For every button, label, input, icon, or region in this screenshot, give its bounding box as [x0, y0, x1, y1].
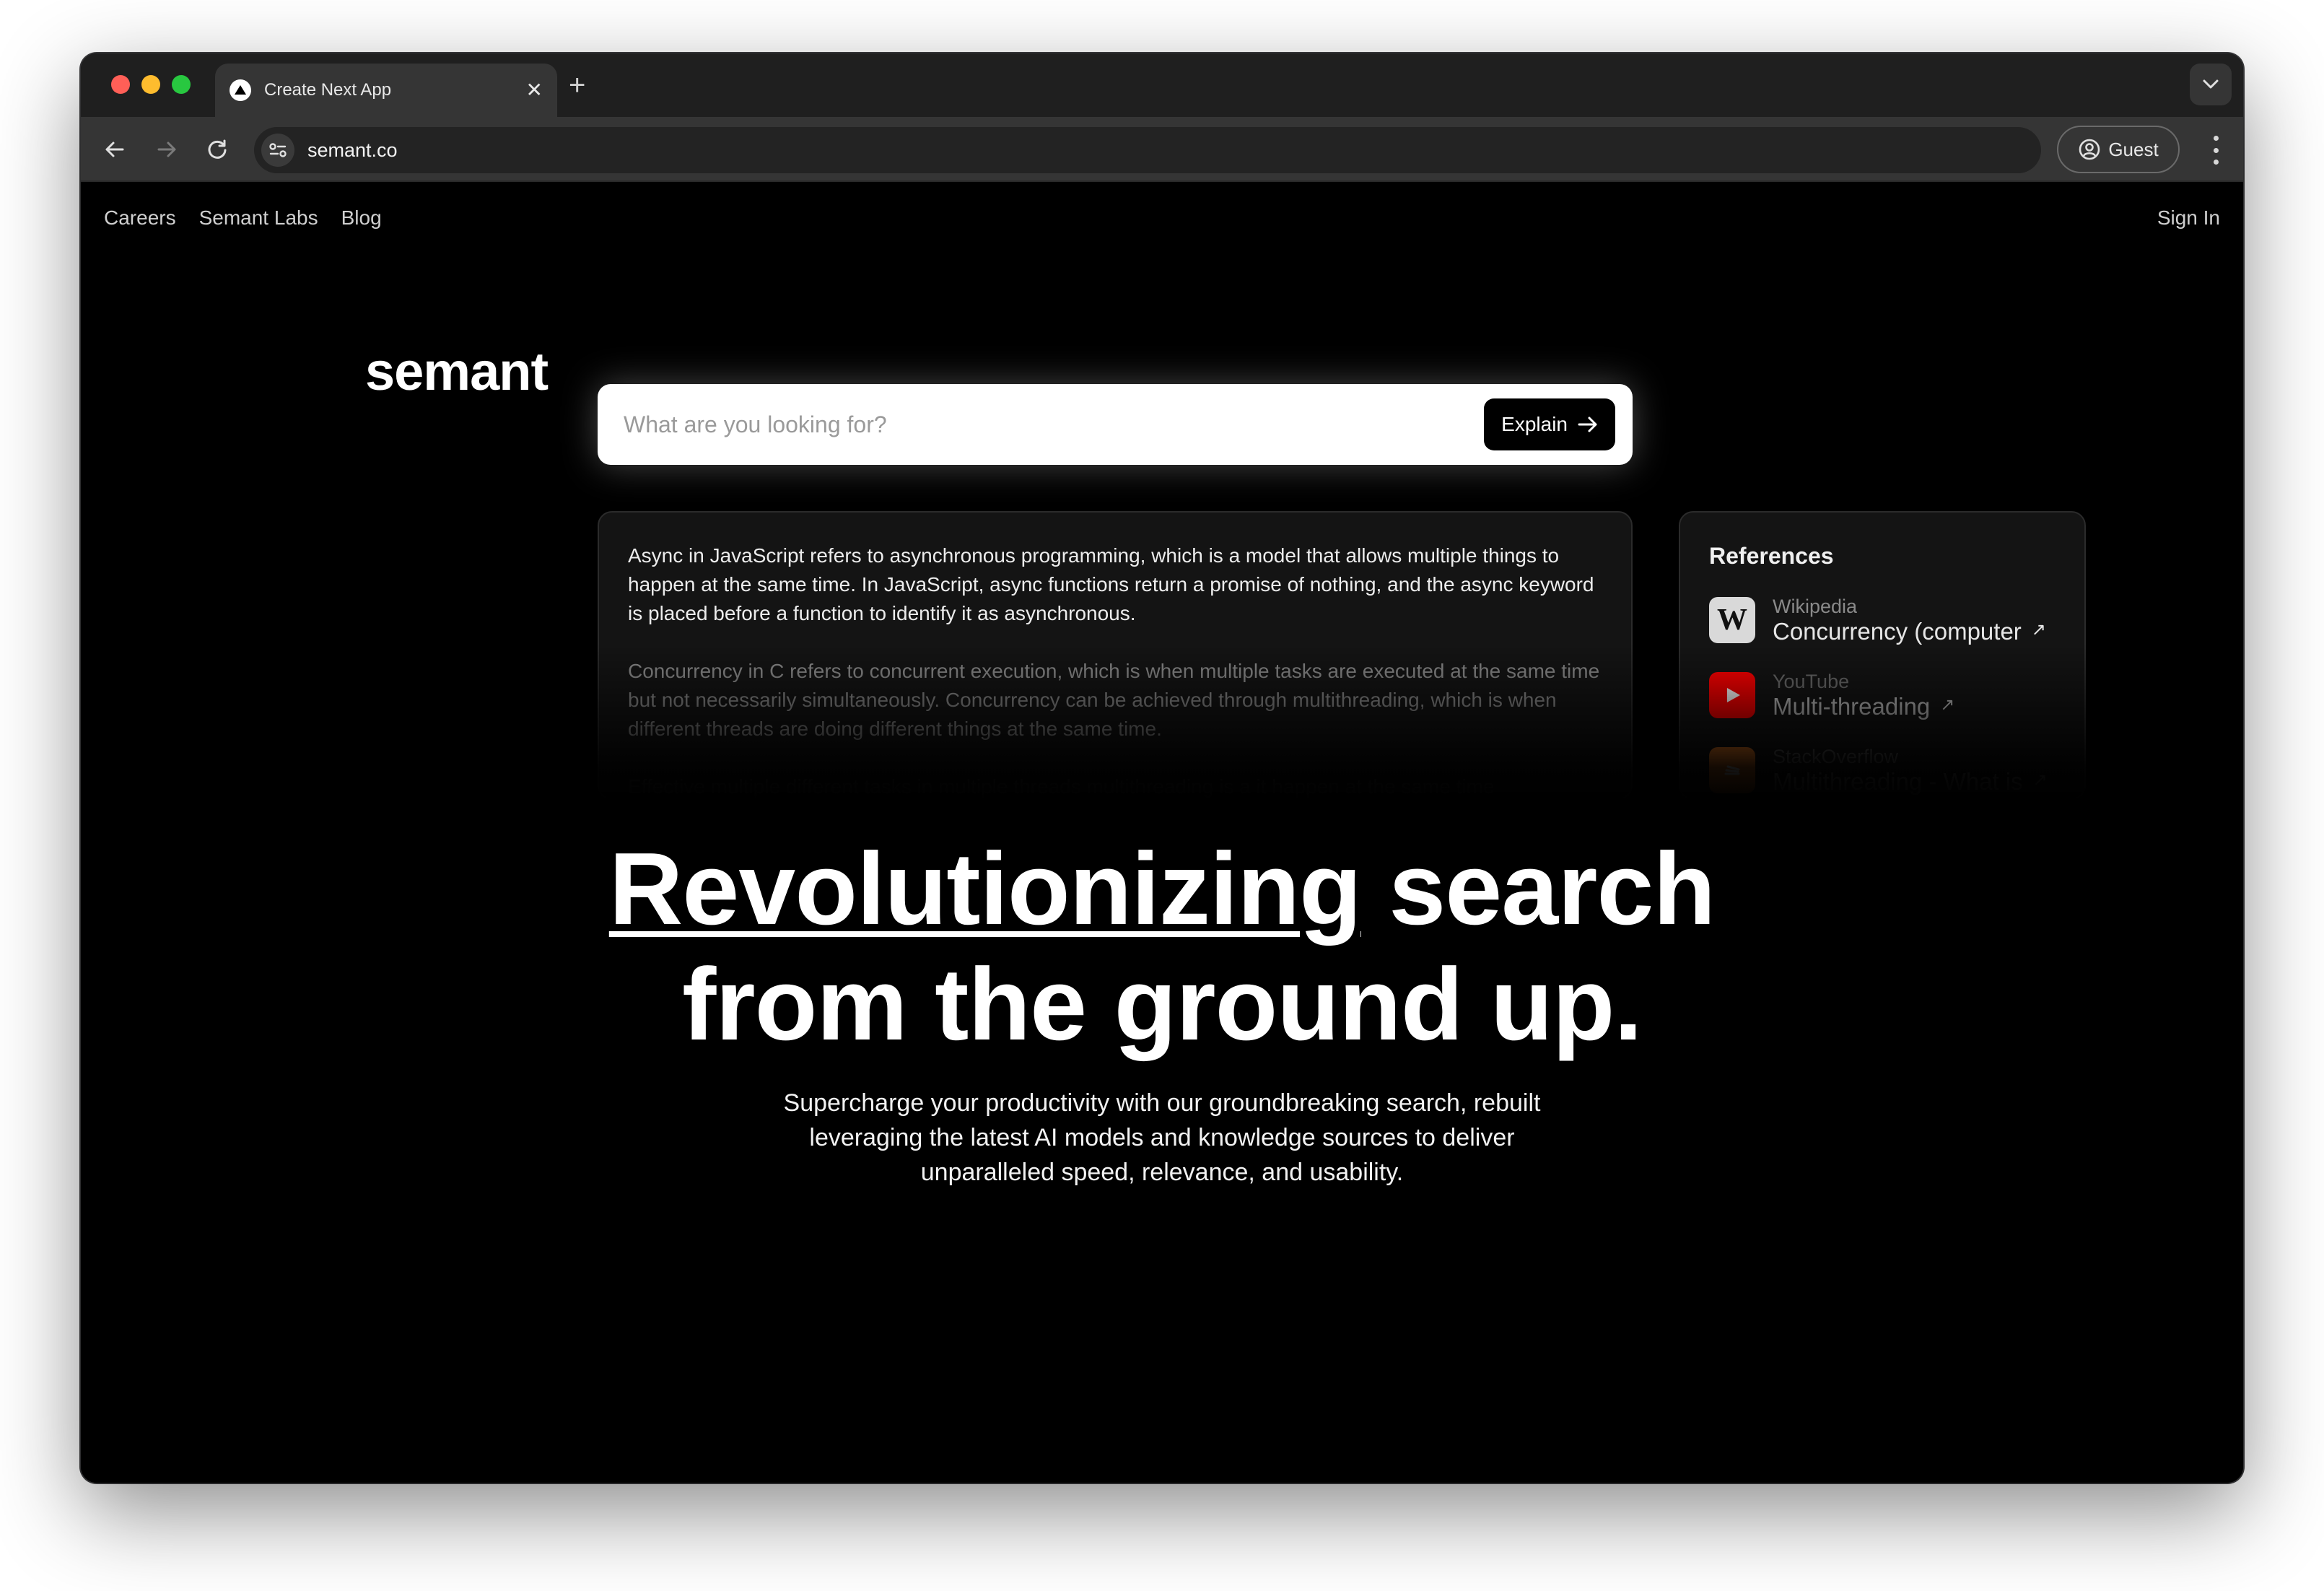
arrow-right-icon [1578, 417, 1597, 432]
address-bar[interactable]: semant.co [254, 127, 2041, 173]
reference-text: Wikipedia Concurrency (computer ↗ [1773, 596, 2046, 645]
minimize-window-button[interactable] [141, 75, 160, 94]
reference-item[interactable]: W Wikipedia Concurrency (computer ↗ [1709, 583, 2056, 658]
semant-logo[interactable]: semant [365, 341, 549, 402]
sign-in-link[interactable]: Sign In [2157, 206, 2220, 230]
reload-button[interactable] [201, 133, 234, 166]
subheading-line: Supercharge your productivity with our g… [783, 1089, 1541, 1117]
stackoverflow-icon [1709, 747, 1755, 793]
reference-title: Multithreading - What is [1773, 767, 2023, 795]
chevron-down-icon [2203, 79, 2219, 89]
close-window-button[interactable] [111, 75, 130, 94]
tab-title: Create Next App [264, 80, 392, 100]
back-button[interactable] [98, 133, 131, 166]
reload-icon [208, 139, 227, 159]
top-nav: Careers Semant Labs Blog [104, 206, 382, 230]
reference-item[interactable]: YouTube Multi-threading ↗ [1709, 658, 2056, 733]
references-card: References W Wikipedia Concurrency (comp… [1679, 511, 2086, 800]
explain-button-label: Explain [1501, 413, 1568, 435]
wikipedia-icon: W [1709, 597, 1755, 643]
answer-paragraph: Effective multiple different tasks in mu… [628, 775, 1495, 798]
account-circle-icon [2079, 139, 2100, 160]
search-bar: Explain [598, 384, 1633, 465]
arrow-right-icon [157, 141, 176, 157]
hero-subheading: Supercharge your productivity with our g… [81, 1086, 2243, 1190]
nav-link-semant-labs[interactable]: Semant Labs [199, 206, 318, 230]
web-page: Careers Semant Labs Blog Sign In semant … [81, 182, 2243, 1483]
dot [2213, 160, 2219, 165]
reference-source: StackOverflow [1773, 745, 1899, 767]
arrow-left-icon [105, 141, 124, 157]
tab-search-button[interactable] [2190, 64, 2232, 105]
hero-headline-line2: from the ground up. [682, 947, 1643, 1062]
window-controls [111, 75, 191, 94]
browser-window: Create Next App ✕ + semant.co Guest Care… [81, 53, 2243, 1483]
reference-item[interactable]: StackOverflow Multithreading - What is ↗ [1709, 733, 2056, 798]
subheading-line: leveraging the latest AI models and know… [809, 1124, 1515, 1151]
answer-paragraph: Concurrency in C refers to concurrent ex… [628, 660, 1600, 740]
reference-source: YouTube [1773, 670, 1850, 692]
browser-toolbar: semant.co Guest [81, 117, 2243, 182]
url-text: semant.co [307, 139, 398, 161]
reference-text: StackOverflow Multithreading - What is ↗ [1773, 746, 2048, 796]
site-settings-icon[interactable] [261, 134, 294, 167]
dot [2213, 136, 2219, 141]
youtube-icon [1709, 672, 1755, 718]
dot [2213, 147, 2219, 153]
reference-source: Wikipedia [1773, 595, 1858, 617]
nav-link-blog[interactable]: Blog [341, 206, 382, 230]
answer-paragraph: Async in JavaScript refers to asynchrono… [628, 544, 1594, 624]
external-link-icon: ↗ [2031, 619, 2046, 640]
search-input[interactable] [598, 411, 1485, 438]
references-title: References [1709, 543, 1834, 569]
browser-menu-button[interactable] [2209, 136, 2223, 165]
hero-headline: Revolutionizing search from the ground u… [81, 832, 2243, 1063]
reference-title: Concurrency (computer [1773, 617, 2022, 645]
profile-label: Guest [2108, 138, 2159, 160]
hero-headline-line1-rest: search [1360, 832, 1716, 946]
profile-button[interactable]: Guest [2057, 126, 2180, 173]
external-link-icon: ↗ [1940, 694, 1955, 715]
close-tab-icon[interactable]: ✕ [526, 80, 543, 100]
new-tab-button[interactable]: + [569, 71, 585, 100]
browser-tab[interactable]: Create Next App ✕ [215, 64, 557, 117]
tab-strip: Create Next App ✕ + [81, 53, 2243, 117]
hero-headline-underlined: Revolutionizing [608, 832, 1362, 946]
explain-button[interactable]: Explain [1484, 398, 1615, 450]
nextjs-favicon-icon [230, 79, 251, 101]
nav-link-careers[interactable]: Careers [104, 206, 176, 230]
external-link-icon: ↗ [2032, 770, 2048, 790]
subheading-line: unparalleled speed, relevance, and usabi… [920, 1159, 1404, 1186]
forward-button[interactable] [150, 133, 183, 166]
answer-card: Async in JavaScript refers to asynchrono… [598, 511, 1633, 800]
maximize-window-button[interactable] [172, 75, 191, 94]
reference-text: YouTube Multi-threading ↗ [1773, 671, 1954, 720]
reference-title: Multi-threading [1773, 692, 1931, 720]
